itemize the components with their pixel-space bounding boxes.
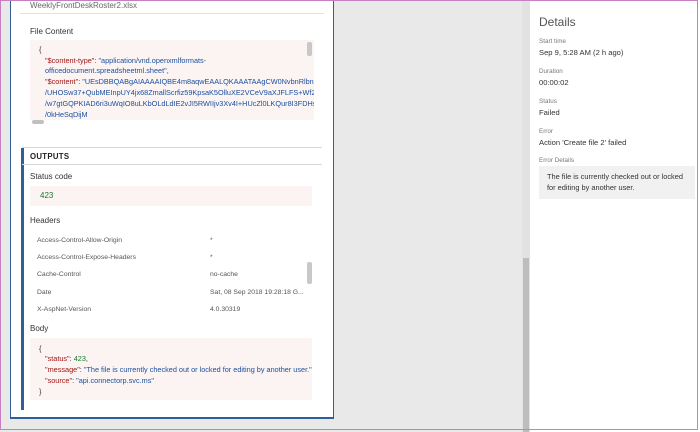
file-name-value: WeeklyFrontDeskRoster2.xlsx — [30, 1, 137, 10]
headers-label: Headers — [30, 216, 61, 225]
header-name: Access-Control-Allow-Origin — [37, 237, 122, 244]
status-label: Status — [539, 98, 557, 105]
json-key: "$content-type" — [45, 56, 95, 65]
details-title: Details — [539, 15, 576, 29]
headers-vscrollbar[interactable] — [307, 262, 312, 284]
json-close-brace: } — [39, 387, 42, 396]
status-value: Failed — [539, 108, 560, 117]
outputs-section-marker — [21, 148, 24, 410]
headers-table[interactable]: Access-Control-Allow-Origin * Access-Con… — [30, 230, 312, 318]
header-name: Date — [37, 289, 52, 296]
error-value: Action 'Create file 2' failed — [539, 138, 627, 147]
json-string: "application/vnd.openxmlformats- — [98, 56, 207, 65]
start-time-label: Start time — [539, 38, 566, 45]
json-number: 423 — [73, 354, 86, 363]
outputs-header[interactable]: OUTPUTS — [22, 147, 322, 165]
header-value: * — [210, 254, 213, 261]
status-code-label: Status code — [30, 172, 73, 181]
file-content-vscrollbar[interactable] — [307, 42, 312, 56]
json-key: "$content" — [45, 77, 79, 86]
header-value: * — [210, 237, 213, 244]
json-string: /UHOSw37+QubMEInpUY4jx68ZmallScrfiz59Kps… — [45, 88, 314, 97]
json-key: "source" — [45, 376, 73, 385]
json-string: "The file is currently checked out or lo… — [83, 365, 312, 374]
error-details-line: for editing by another user. — [547, 182, 635, 192]
header-value: 4.0.30319 — [210, 306, 241, 313]
file-content-box[interactable]: { "$content-type": "application/vnd.open… — [30, 40, 314, 120]
error-details-line: The file is currently checked out or loc… — [547, 172, 683, 181]
header-name: Access-Control-Expose-Headers — [37, 254, 136, 261]
error-details-box: The file is currently checked out or loc… — [539, 166, 695, 199]
json-open-brace: { — [39, 344, 42, 353]
duration-label: Duration — [539, 68, 563, 75]
start-time-value: Sep 9, 5:28 AM (2 h ago) — [539, 48, 624, 57]
header-value: Sat, 08 Sep 2018 19:28:18 G... — [210, 289, 304, 296]
json-string: officedocument.spreadsheetml.sheet" — [45, 66, 167, 75]
file-content-hscrollbar[interactable] — [32, 120, 44, 124]
status-code-value: 423 — [40, 191, 54, 200]
body-box[interactable]: { "status": 423, "message": "The file is… — [30, 338, 312, 400]
json-string: "UEsDBBQABgAIAAAAIQBE4m8aqwEAALQKAAATAAg… — [82, 77, 314, 86]
main-scrollbar-thumb[interactable] — [523, 258, 529, 432]
status-code-box: 423 — [30, 186, 312, 206]
divider — [20, 13, 324, 14]
json-key: "message" — [45, 365, 80, 374]
header-value: no-cache — [210, 271, 238, 278]
json-string: /w7gtGQPKIAD6ri3uWqIO8uLKbOLdLdIE2vJI5RW… — [45, 99, 314, 108]
json-string: "api.connectorp.svc.ms" — [76, 376, 154, 385]
json-string: /0kHeSqDijM — [45, 110, 88, 119]
json-open-brace: { — [39, 45, 42, 54]
error-label: Error — [539, 128, 553, 135]
header-name: X-AspNet-Version — [37, 306, 92, 313]
file-content-label: File Content — [30, 27, 74, 36]
header-name: Cache-Control — [37, 271, 81, 278]
json-key: "status" — [45, 354, 70, 363]
duration-value: 00:00:02 — [539, 78, 569, 87]
body-label: Body — [30, 324, 49, 333]
error-details-label: Error Details — [539, 157, 574, 164]
details-panel: Details Start time Sep 9, 5:28 AM (2 h a… — [530, 0, 700, 432]
